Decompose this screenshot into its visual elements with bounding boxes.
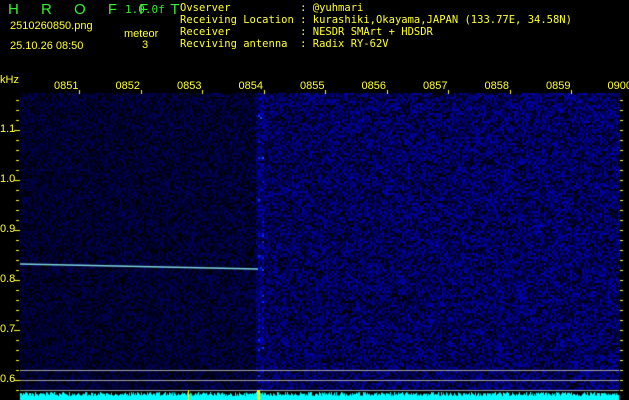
info-colon: : [300, 26, 313, 38]
info-value: kurashiki,Okayama,JAPAN (133.77E, 34.58N… [312, 14, 572, 26]
time-label: 0856 [361, 80, 386, 92]
time-label: 0852 [115, 80, 140, 92]
info-label: Receiver [180, 26, 301, 38]
info-row: Receiving Location : kurashiki,Okayama,J… [180, 14, 572, 26]
info-row: Receiver : NESDR SMArt + HDSDR [180, 26, 572, 38]
info-colon: : [300, 38, 313, 50]
time-label: 0851 [54, 80, 79, 92]
freq-label: 1.0 [0, 173, 16, 185]
spectrogram [0, 80, 629, 400]
time-label: 0854 [238, 80, 263, 92]
info-label: Ovserver [180, 2, 301, 14]
time-label: 0855 [300, 80, 325, 92]
station-info: Ovserver : @yuhmari Receiving Location : … [180, 2, 572, 50]
datetime: 25.10.26 08:50 [10, 40, 84, 52]
filename: 2510260850.png [10, 20, 93, 32]
info-colon: : [300, 2, 313, 14]
info-value: NESDR SMArt + HDSDR [312, 26, 433, 38]
freq-label: 0.8 [0, 273, 16, 285]
freq-label: 1.1 [0, 123, 16, 135]
time-label: 0859 [546, 80, 571, 92]
info-row: Recviving antenna : Radix RY-62V [180, 38, 572, 50]
info-colon: : [300, 14, 313, 26]
info-label: Recviving antenna [180, 38, 301, 50]
time-label: 0857 [423, 80, 448, 92]
time-label: 0858 [484, 80, 509, 92]
info-value: @yuhmari [312, 2, 364, 14]
info-label: Receiving Location [180, 14, 301, 26]
meteor-count: 3 [142, 39, 149, 51]
time-label: 0900 [607, 80, 629, 92]
unit-label: kHz [0, 74, 19, 86]
time-label: 0853 [177, 80, 202, 92]
version: 1.0.0f [125, 3, 165, 16]
freq-label: 0.6 [0, 373, 16, 385]
freq-label: 0.9 [0, 223, 16, 235]
info-value: Radix RY-62V [312, 38, 389, 50]
freq-label: 0.7 [0, 323, 16, 335]
info-row: Ovserver : @yuhmari [180, 2, 572, 14]
